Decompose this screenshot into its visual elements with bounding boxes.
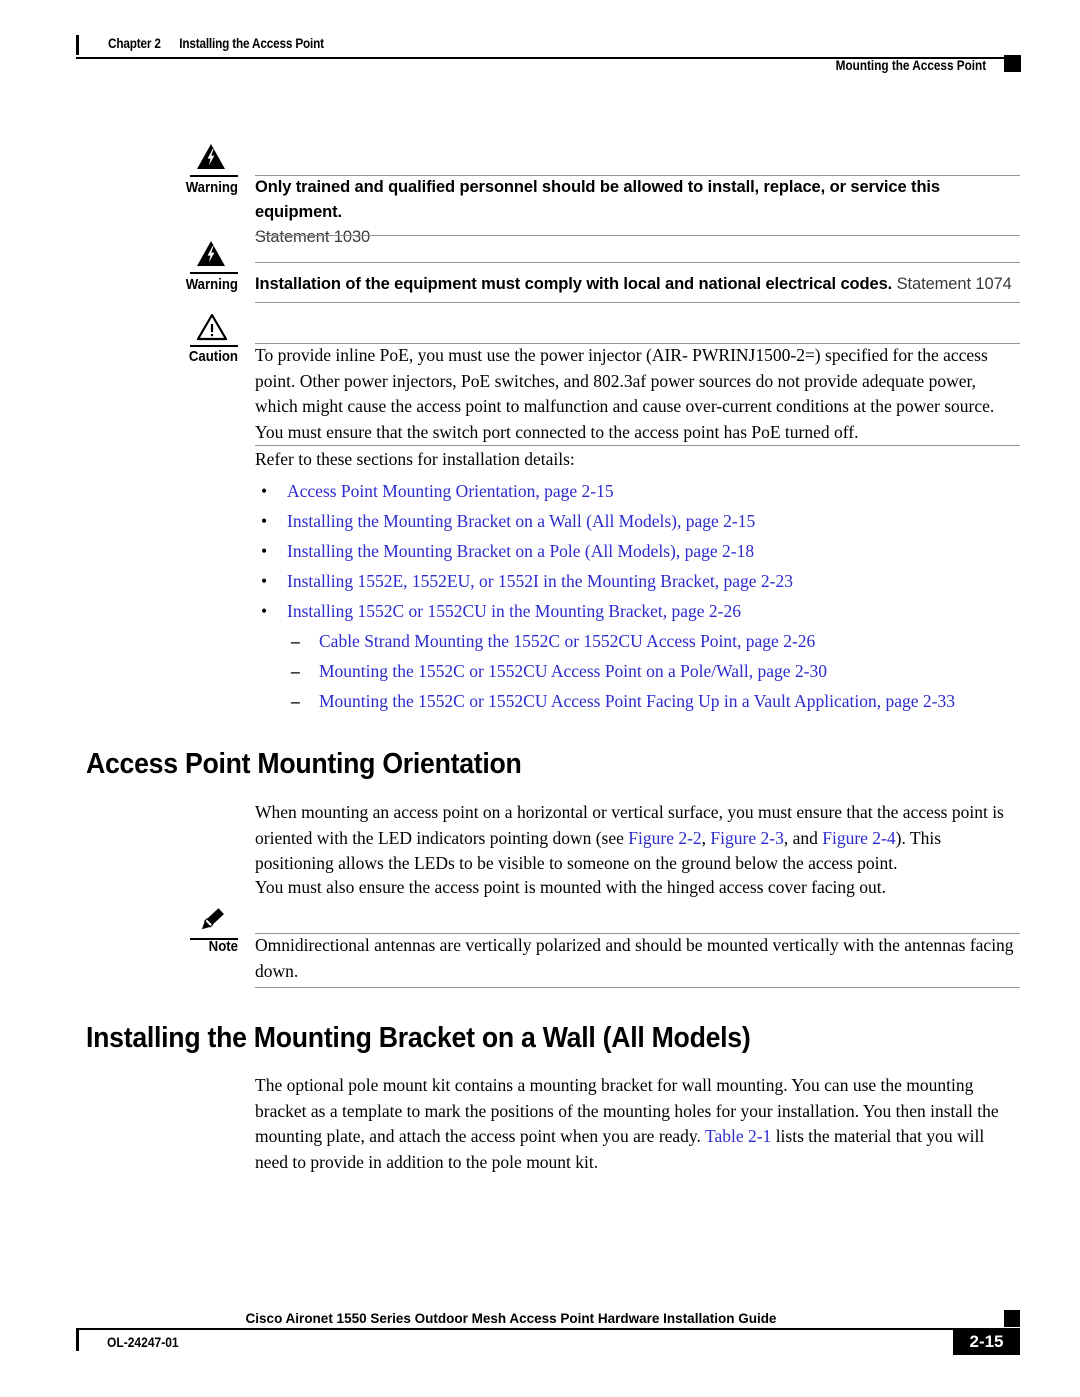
header-chapter-line: Chapter 2 Installing the Access Point (108, 35, 324, 51)
warning-statement-2: Statement 1074 (896, 275, 1012, 293)
note-body: Omnidirectional antennas are vertically … (255, 933, 1020, 984)
section-2-paragraph-1: The optional pole mount kit contains a m… (255, 1073, 1020, 1175)
link-text[interactable]: Installing 1552C or 1552CU in the Mounti… (287, 601, 741, 621)
warning-rule-bottom-1 (255, 235, 1020, 236)
warning-bold-text-1: Only trained and qualified personnel sho… (255, 178, 940, 221)
warning-label-1: Warning (185, 179, 238, 196)
link-text[interactable]: Mounting the 1552C or 1552CU Access Poin… (319, 691, 955, 711)
link-text[interactable]: Mounting the 1552C or 1552CU Access Poin… (319, 661, 827, 681)
section-link-list: • Access Point Mounting Orientation, pag… (255, 476, 1025, 626)
warning-lightning-triangle-icon (196, 143, 240, 175)
dash-marker: – (291, 691, 300, 711)
figure-2-4-link[interactable]: Figure 2-4 (822, 828, 895, 848)
footer-rule (76, 1328, 1020, 1330)
link-text[interactable]: Installing the Mounting Bracket on a Wal… (287, 511, 755, 531)
footer-left-tick (76, 1330, 79, 1351)
list-item[interactable]: • Installing 1552E, 1552EU, or 1552I in … (255, 566, 1025, 596)
bullet-marker: • (261, 481, 268, 501)
footer-square-marker (1004, 1310, 1020, 1327)
link-text[interactable]: Access Point Mounting Orientation, page … (287, 481, 614, 501)
list-item[interactable]: – Mounting the 1552C or 1552CU Access Po… (287, 656, 1027, 686)
caution-rule-bottom (255, 445, 1020, 446)
figure-2-3-link[interactable]: Figure 2-3 (710, 828, 783, 848)
header-left-tick (76, 35, 79, 55)
caution-text: To provide inline PoE, you must use the … (255, 345, 995, 442)
note-pencil-icon (194, 905, 238, 937)
footer-page-number: 2-15 (953, 1329, 1020, 1355)
list-item[interactable]: • Access Point Mounting Orientation, pag… (255, 476, 1025, 506)
section-sublink-list: – Cable Strand Mounting the 1552C or 155… (287, 626, 1027, 716)
footer-document-id: OL-24247-01 (107, 1334, 179, 1350)
table-2-1-link[interactable]: Table 2-1 (705, 1126, 771, 1146)
warning-bold-text-2: Installation of the equipment must compl… (255, 275, 893, 293)
warning-lightning-triangle-icon (196, 240, 240, 272)
warning-statement-1: Statement 1030 (255, 228, 371, 246)
warning-body-2: Installation of the equipment must compl… (255, 272, 1020, 297)
header-chapter-title: Installing the Access Point (179, 35, 324, 51)
link-text[interactable]: Installing 1552E, 1552EU, or 1552I in th… (287, 571, 793, 591)
note-rule-bottom (255, 987, 1020, 988)
page-title-section-1: Access Point Mounting Orientation (86, 748, 522, 780)
caution-label: Caution (188, 348, 238, 365)
para-text-c: , and (783, 827, 823, 848)
header-square-marker (1004, 55, 1021, 72)
warning-label-2: Warning (185, 276, 238, 293)
note-label: Note (208, 938, 238, 955)
warning-rule-top-2 (255, 262, 1020, 263)
section-1-paragraph-1: When mounting an access point on a horiz… (255, 800, 1020, 877)
intro-lead-paragraph: Refer to these sections for installation… (255, 449, 575, 469)
figure-2-2-link[interactable]: Figure 2-2 (628, 828, 701, 848)
list-item[interactable]: • Installing the Mounting Bracket on a P… (255, 536, 1025, 566)
bullet-marker: • (261, 541, 268, 561)
warning-rule-bottom-2 (255, 302, 1020, 303)
bullet-marker: • (261, 601, 268, 621)
page-header: Chapter 2 Installing the Access Point Mou… (0, 0, 1080, 86)
header-chapter-number: Chapter 2 (108, 35, 161, 51)
caution-exclamation-triangle-icon (196, 313, 240, 345)
footer-guide-title: Cisco Aironet 1550 Series Outdoor Mesh A… (245, 1311, 777, 1326)
caution-icon-underline (190, 345, 238, 347)
list-item[interactable]: – Mounting the 1552C or 1552CU Access Po… (287, 686, 1027, 716)
caution-body: To provide inline PoE, you must use the … (255, 343, 1020, 445)
warning-icon-underline-1 (190, 175, 238, 177)
dash-marker: – (291, 631, 300, 651)
warning-icon-underline-2 (190, 272, 238, 274)
list-item[interactable]: • Installing 1552C or 1552CU in the Moun… (255, 596, 1025, 626)
section-1-paragraph-2: You must also ensure the access point is… (255, 877, 886, 897)
warning-body-1: Only trained and qualified personnel sho… (255, 175, 1020, 250)
page-title-section-2: Installing the Mounting Bracket on a Wal… (86, 1022, 751, 1054)
link-text[interactable]: Cable Strand Mounting the 1552C or 1552C… (319, 631, 815, 651)
list-item[interactable]: • Installing the Mounting Bracket on a W… (255, 506, 1025, 536)
note-text: Omnidirectional antennas are vertically … (255, 935, 1014, 981)
link-text[interactable]: Installing the Mounting Bracket on a Pol… (287, 541, 754, 561)
list-item[interactable]: – Cable Strand Mounting the 1552C or 155… (287, 626, 1027, 656)
header-running-head: Mounting the Access Point (835, 57, 986, 73)
bullet-marker: • (261, 571, 268, 591)
dash-marker: – (291, 661, 300, 681)
bullet-marker: • (261, 511, 268, 531)
